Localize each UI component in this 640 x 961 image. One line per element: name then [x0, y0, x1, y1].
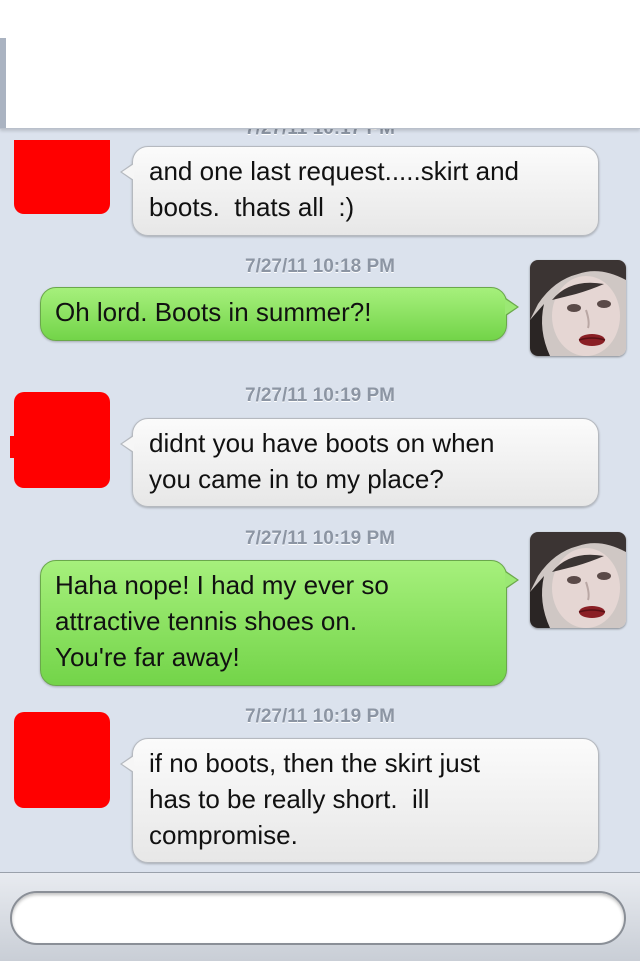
- redaction-mark: [10, 436, 30, 458]
- message-bubble-incoming[interactable]: and one last request.....skirt and boots…: [120, 146, 599, 236]
- message-text-line: boots. thats all :): [149, 192, 355, 222]
- message-text-line: compromise.: [149, 820, 298, 850]
- message-text-line: has to be really short. ill: [149, 784, 430, 814]
- message-text-line: Haha nope! I had my ever so: [55, 570, 389, 600]
- top-bar: [0, 0, 640, 129]
- message-text-line: and one last request.....skirt and: [149, 156, 519, 186]
- message-text-line: You're far away!: [55, 642, 240, 672]
- message-text-line: if no boots, then the skirt just: [149, 748, 480, 778]
- message-bubble-incoming[interactable]: if no boots, then the skirt just has to …: [120, 738, 599, 863]
- message-bubble-outgoing[interactable]: Haha nope! I had my ever so attractive t…: [40, 560, 519, 686]
- user-avatar[interactable]: [530, 260, 626, 356]
- message-bubble-incoming[interactable]: didnt you have boots on when you came in…: [120, 418, 599, 507]
- user-photo-icon: [530, 532, 626, 628]
- user-avatar[interactable]: [530, 532, 626, 628]
- message-text-line: attractive tennis shoes on.: [55, 606, 358, 636]
- message-text-line: you came in to my place?: [149, 464, 444, 494]
- message-text-line: didnt you have boots on when: [149, 428, 495, 458]
- message-bubble-outgoing[interactable]: Oh lord. Boots in summer?!: [40, 287, 519, 341]
- user-photo-icon: [530, 260, 626, 356]
- redacted-avatar: [14, 712, 110, 808]
- message-text-line: Oh lord. Boots in summer?!: [55, 297, 372, 327]
- message-input[interactable]: [10, 891, 626, 945]
- redacted-avatar: [14, 140, 110, 214]
- top-bar-edge: [0, 38, 6, 128]
- message-composer-bar: [0, 872, 640, 961]
